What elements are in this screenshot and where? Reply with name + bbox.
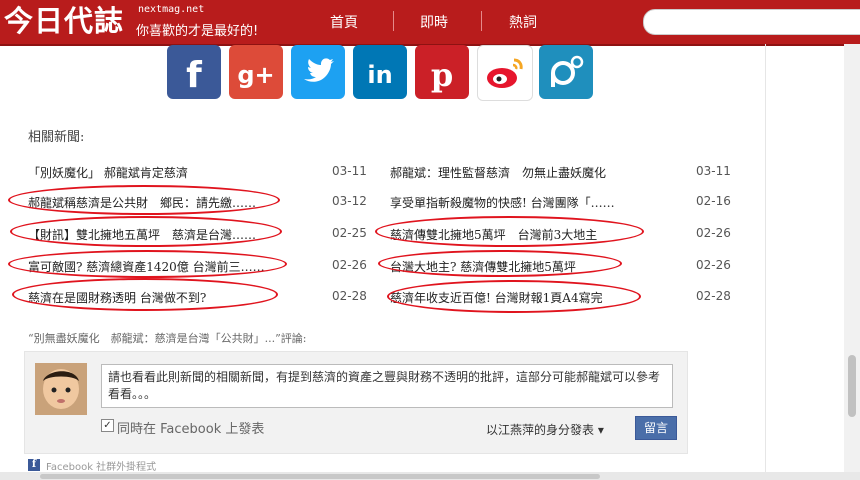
nav-divider (393, 11, 394, 31)
highlight-ellipse (8, 250, 287, 278)
news-date: 02-16 (696, 194, 731, 208)
post-to-facebook-checkbox[interactable]: ✓ (101, 419, 114, 432)
google-plus-icon[interactable]: g+ (229, 45, 283, 99)
twitter-icon[interactable] (291, 45, 345, 99)
highlight-ellipse (8, 185, 280, 215)
nav-hot-words[interactable]: 熱詞 (509, 12, 537, 32)
plurk-icon[interactable] (539, 45, 593, 99)
svg-text:p: p (431, 56, 453, 94)
svg-text:in: in (367, 61, 392, 89)
news-date: 02-26 (696, 226, 731, 240)
comment-input[interactable]: 請也看看此則新聞的相關新聞，有提到慈濟的資產之豐與財務不透明的批評，這部分可能郝… (101, 364, 673, 408)
post-as-selector[interactable]: 以江燕萍的身分發表 ▾ (486, 421, 604, 438)
weibo-icon[interactable] (477, 45, 533, 101)
highlight-ellipse (387, 280, 641, 313)
highlight-ellipse (375, 216, 644, 247)
news-date: 03-12 (332, 194, 367, 208)
linkedin-icon[interactable]: in (353, 45, 407, 99)
content-divider (765, 44, 766, 480)
pinterest-icon[interactable]: p (415, 45, 469, 99)
highlight-ellipse (10, 216, 282, 247)
related-news-link[interactable]: 郝龍斌：理性監督慈濟 勿無止盡妖魔化 (390, 164, 680, 181)
facebook-icon: f (28, 459, 40, 471)
site-logo[interactable]: 今日代誌 (4, 3, 124, 39)
news-date: 02-26 (696, 258, 731, 272)
news-date: 02-28 (696, 289, 731, 303)
search-input[interactable] (643, 9, 860, 35)
nav-divider (481, 11, 482, 31)
svg-text:g+: g+ (237, 61, 274, 89)
news-date: 03-11 (696, 164, 731, 178)
submit-comment-button[interactable]: 留言 (635, 416, 677, 440)
highlight-ellipse (378, 250, 622, 277)
related-news-link[interactable]: 「別妖魔化」 郝龍斌肯定慈濟 (28, 164, 323, 181)
post-to-facebook-label: 同時在 Facebook 上發表 (117, 422, 265, 437)
site-slogan: 你喜歡的才是最好的! (136, 24, 259, 39)
news-date: 02-28 (332, 289, 367, 303)
news-date: 02-25 (332, 226, 367, 240)
related-news-heading: 相關新聞: (28, 130, 85, 145)
nav-latest[interactable]: 即時 (420, 12, 448, 32)
highlight-ellipse (12, 278, 278, 311)
site-header: 今日代誌 nextmag.net 你喜歡的才是最好的! 首頁 即時 熱詞 (0, 0, 860, 46)
svg-text:f: f (186, 55, 202, 96)
comments-heading: “別無盡妖魔化 郝龍斌：慈濟是台灣「公共財」...”評論: (28, 332, 307, 345)
site-domain: nextmag.net (138, 4, 205, 15)
nav-home[interactable]: 首頁 (330, 12, 358, 32)
horizontal-scrollbar-thumb[interactable] (40, 474, 600, 479)
avatar (35, 363, 87, 415)
news-date: 03-11 (332, 164, 367, 178)
facebook-plugin-link[interactable]: Facebook 社群外掛程式 (46, 458, 156, 473)
news-date: 02-26 (332, 258, 367, 272)
facebook-icon[interactable]: f (167, 45, 221, 99)
scrollbar-thumb[interactable] (848, 355, 856, 417)
related-news-link[interactable]: 享受單指斬殺魔物的快感! 台灣團隊「…… (390, 194, 635, 211)
